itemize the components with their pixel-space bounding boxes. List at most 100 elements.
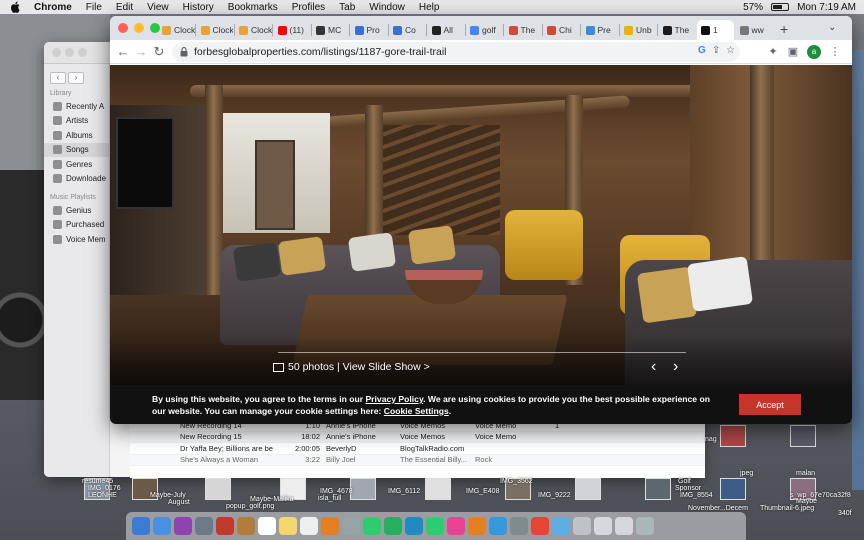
tab[interactable]: ww	[736, 20, 773, 40]
more-menu-icon[interactable]: ⋮	[826, 43, 844, 61]
accept-cookies-button[interactable]: Accept	[739, 394, 801, 415]
tab[interactable]: golf	[466, 20, 503, 40]
mail-icon[interactable]	[216, 517, 234, 535]
table-row[interactable]: New Recording 15 18:02 Annie's iPhone Vo…	[130, 431, 705, 443]
tab-active[interactable]: 1	[697, 20, 734, 40]
siri-icon[interactable]	[174, 517, 192, 535]
desktop-file-icon[interactable]	[205, 478, 231, 500]
safari-icon[interactable]	[153, 517, 171, 535]
chrome-icon[interactable]	[531, 517, 549, 535]
sidebar-item-genres[interactable]: Genres	[44, 157, 109, 172]
sidebar-item-artists[interactable]: Artists	[44, 114, 109, 129]
music-minimize-button[interactable]	[65, 48, 74, 57]
profile-avatar[interactable]: a	[807, 45, 821, 59]
new-tab-button[interactable]: +	[780, 21, 788, 37]
forward-arrow-icon[interactable]: →	[132, 43, 150, 61]
trash-icon[interactable]	[636, 517, 654, 535]
sidebar-item-downloaded[interactable]: Downloade	[44, 172, 109, 187]
desktop-file-icon[interactable]	[350, 478, 376, 500]
folder-icon[interactable]	[594, 517, 612, 535]
tab[interactable]: The	[505, 20, 542, 40]
back-arrow-icon[interactable]: ←	[114, 43, 132, 61]
music-icon[interactable]	[447, 517, 465, 535]
menu-file[interactable]: File	[86, 2, 102, 13]
previous-photo-arrow-icon[interactable]: ‹	[651, 359, 656, 375]
launchpad-icon[interactable]	[195, 517, 213, 535]
menu-profiles[interactable]: Profiles	[292, 2, 325, 13]
tab[interactable]: (11)	[274, 20, 311, 40]
notes-icon[interactable]	[279, 517, 297, 535]
preview-icon[interactable]	[552, 517, 570, 535]
extensions-puzzle-icon[interactable]: ✦	[764, 43, 782, 61]
listing-hero-photo[interactable]: 50 photos | View Slide Show > ‹ ›	[110, 65, 852, 385]
cookie-settings-link[interactable]: Cookie Settings	[384, 406, 449, 416]
keynote-icon[interactable]	[405, 517, 423, 535]
photos-icon[interactable]	[321, 517, 339, 535]
sidebar-item-purchased[interactable]: Purchased	[44, 218, 109, 233]
minimize-button[interactable]	[134, 23, 144, 33]
share-icon[interactable]: ⇪	[712, 45, 720, 56]
tab[interactable]: Clock e	[158, 20, 195, 40]
google-lens-icon[interactable]: G	[698, 45, 706, 56]
messages-icon[interactable]	[363, 517, 381, 535]
sidebar-item-genius[interactable]: Genius	[44, 203, 109, 218]
music-forward-button[interactable]: ›	[68, 72, 84, 84]
music-back-button[interactable]: ‹	[50, 72, 66, 84]
sidebar-icon[interactable]: ▣	[784, 43, 802, 61]
address-bar[interactable]: forbesglobalproperties.com/listings/1187…	[172, 42, 740, 62]
menu-edit[interactable]: Edit	[116, 2, 133, 13]
tab[interactable]: Clock e	[197, 20, 233, 40]
desktop-file-icon[interactable]	[575, 478, 601, 500]
system-preferences-icon[interactable]	[510, 517, 528, 535]
folder-icon[interactable]	[615, 517, 633, 535]
menu-view[interactable]: View	[147, 2, 169, 13]
contacts-icon[interactable]	[237, 517, 255, 535]
sidebar-item-songs[interactable]: Songs	[44, 142, 109, 157]
next-photo-arrow-icon[interactable]: ›	[673, 359, 678, 375]
reload-icon[interactable]: ↻	[150, 43, 168, 61]
tab[interactable]: The	[659, 20, 696, 40]
help-icon[interactable]	[573, 517, 591, 535]
bookmark-star-icon[interactable]: ☆	[726, 45, 735, 56]
sidebar-item-voice-memos[interactable]: Voice Mem	[44, 232, 109, 247]
sidebar-item-albums[interactable]: Albums	[44, 128, 109, 143]
music-close-button[interactable]	[52, 48, 61, 57]
desktop-file-icon[interactable]	[720, 425, 746, 447]
desktop-file-icon[interactable]	[790, 425, 816, 447]
menu-history[interactable]: History	[183, 2, 214, 13]
tab[interactable]: Chi	[543, 20, 580, 40]
close-button[interactable]	[118, 23, 128, 33]
menu-tab[interactable]: Tab	[339, 2, 355, 13]
tab[interactable]: Clock e	[235, 20, 272, 40]
calendar-icon[interactable]	[258, 517, 276, 535]
desktop-file-icon[interactable]	[425, 478, 451, 500]
clock[interactable]: Mon 7:19 AM	[797, 2, 856, 13]
view-slideshow-link[interactable]: 50 photos | View Slide Show >	[273, 361, 430, 373]
tab[interactable]: Unb	[620, 20, 657, 40]
lock-icon[interactable]	[180, 47, 188, 57]
table-row[interactable]: She's Always a Woman 3:22 Billy Joel The…	[130, 454, 705, 466]
apple-menu-icon[interactable]	[10, 1, 22, 13]
numbers-icon[interactable]	[426, 517, 444, 535]
menu-app-chrome[interactable]: Chrome	[34, 2, 72, 13]
tab[interactable]: All	[428, 20, 465, 40]
tab[interactable]: Pro	[351, 20, 388, 40]
menu-help[interactable]: Help	[419, 2, 440, 13]
desktop-file-icon[interactable]	[645, 478, 671, 500]
sidebar-item-recently-added[interactable]: Recently A	[44, 99, 109, 114]
tab[interactable]: MC	[312, 20, 349, 40]
menu-bookmarks[interactable]: Bookmarks	[228, 2, 278, 13]
battery-icon[interactable]	[771, 3, 790, 11]
books-icon[interactable]	[468, 517, 486, 535]
desktop-file-icon[interactable]	[720, 478, 746, 500]
privacy-policy-link[interactable]: Privacy Policy	[365, 394, 423, 404]
music-zoom-button[interactable]	[78, 48, 87, 57]
reminders-icon[interactable]	[300, 517, 318, 535]
facetime-icon[interactable]	[384, 517, 402, 535]
menu-window[interactable]: Window	[369, 2, 405, 13]
tab[interactable]: Co	[389, 20, 426, 40]
finder-icon[interactable]	[132, 517, 150, 535]
tab-search-chevron-icon[interactable]: ⌄	[828, 22, 836, 33]
table-row[interactable]: Dr Yaffa Bey; Billions are be 2:00:05 Be…	[130, 443, 705, 455]
app-store-icon[interactable]	[489, 517, 507, 535]
